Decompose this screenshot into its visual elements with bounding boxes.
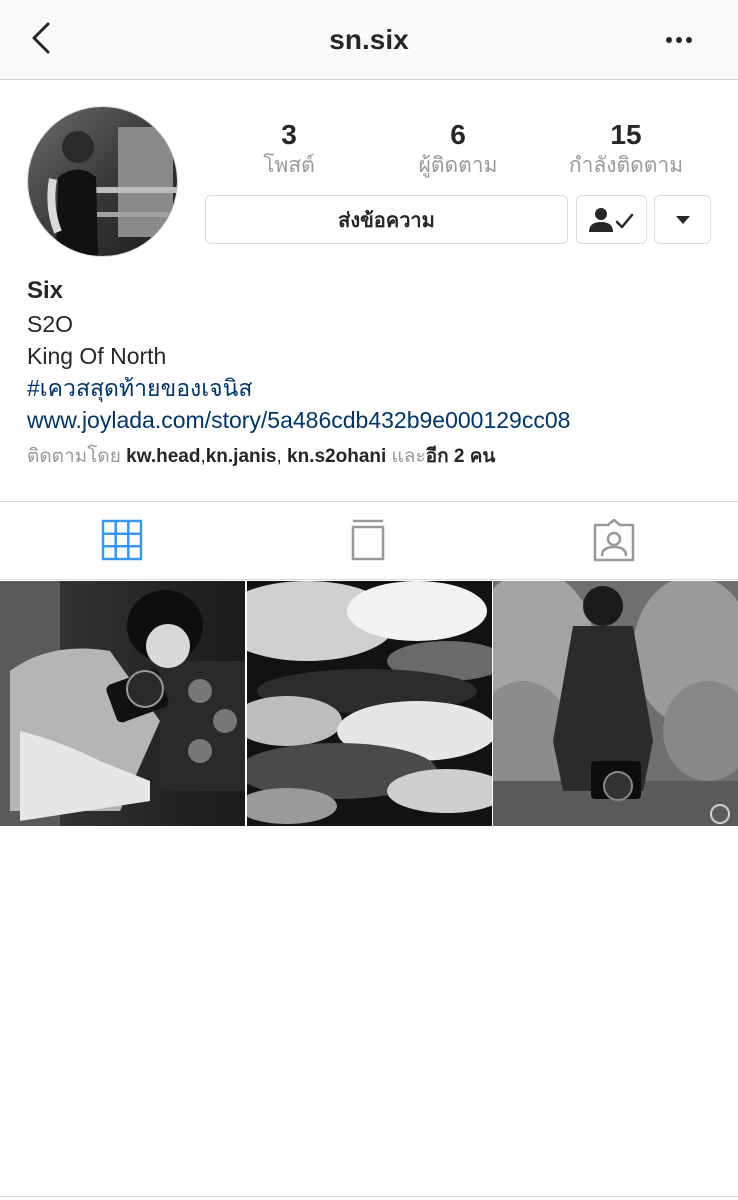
following-count-value: 15 xyxy=(610,119,642,150)
followed-by-text: ติดตามโดย kw.head,kn.janis, kn.s2ohani แ… xyxy=(27,443,727,471)
bio-line-2: King Of North xyxy=(27,343,167,369)
followed-by-more-link[interactable]: อีก 2 คน xyxy=(426,446,496,467)
feed-icon xyxy=(351,519,385,561)
divider-tabs xyxy=(0,579,738,580)
followed-by-prefix: ติดตามโดย xyxy=(27,446,127,467)
bio-website-link[interactable]: www.joylada.com/story/5a486cdb432b9e0001… xyxy=(27,404,727,437)
followers-count-value: 6 xyxy=(450,119,466,150)
triangle-down-icon xyxy=(675,215,690,224)
following-button[interactable] xyxy=(576,195,647,244)
camera-smoke-photo xyxy=(493,581,738,826)
more-options-button[interactable] xyxy=(664,26,698,54)
tab-grid[interactable] xyxy=(97,515,147,565)
workout-photo xyxy=(0,581,245,826)
profile-bio: Six S2O King Of North #เควสสุดท้ายของเจน… xyxy=(27,274,727,471)
suggestions-dropdown-button[interactable] xyxy=(654,195,711,244)
separator-2: , xyxy=(276,446,288,467)
bio-hashtag-link[interactable]: #เควสสุดท้ายของเจนิส xyxy=(27,372,727,404)
message-button[interactable]: ส่งข้อความ xyxy=(205,195,568,244)
followers-count[interactable]: 6 ผู้ติดตาม xyxy=(373,117,543,179)
tab-tagged[interactable] xyxy=(589,515,639,565)
post-thumbnail-1[interactable] xyxy=(0,581,245,826)
divider-bottom xyxy=(0,1196,738,1197)
top-nav-bar: sn.six xyxy=(0,0,738,80)
tagged-person-icon xyxy=(593,518,635,562)
followed-by-and: และ xyxy=(386,446,426,467)
more-horizontal-icon xyxy=(666,37,692,43)
post-thumbnail-3[interactable] xyxy=(493,581,738,826)
profile-name: Six xyxy=(27,277,64,304)
avatar-photo xyxy=(28,107,177,256)
divider-top xyxy=(0,501,738,502)
grid-icon xyxy=(101,519,143,561)
posts-count-value: 3 xyxy=(281,119,297,150)
page-title: sn.six xyxy=(329,24,409,55)
following-count-label: กำลังติดตาม xyxy=(568,154,684,177)
follower-link-kn-janis[interactable]: kn.janis xyxy=(206,446,277,467)
followers-count-label: ผู้ติดตาม xyxy=(418,154,498,177)
profile-avatar[interactable] xyxy=(27,106,178,257)
user-check-icon xyxy=(588,207,633,232)
clouds-photo xyxy=(247,581,492,826)
post-thumbnail-2[interactable] xyxy=(247,581,492,826)
tab-feed[interactable] xyxy=(343,515,393,565)
following-count[interactable]: 15 กำลังติดตาม xyxy=(541,117,711,179)
follower-link-kw-head[interactable]: kw.head xyxy=(126,446,200,467)
follower-link-kn-s2ohani[interactable]: kn.s2ohani xyxy=(287,446,386,467)
bio-line-1: S2O xyxy=(27,311,74,337)
posts-count[interactable]: 3 โพสต์ xyxy=(204,117,374,179)
posts-count-label: โพสต์ xyxy=(263,154,315,177)
